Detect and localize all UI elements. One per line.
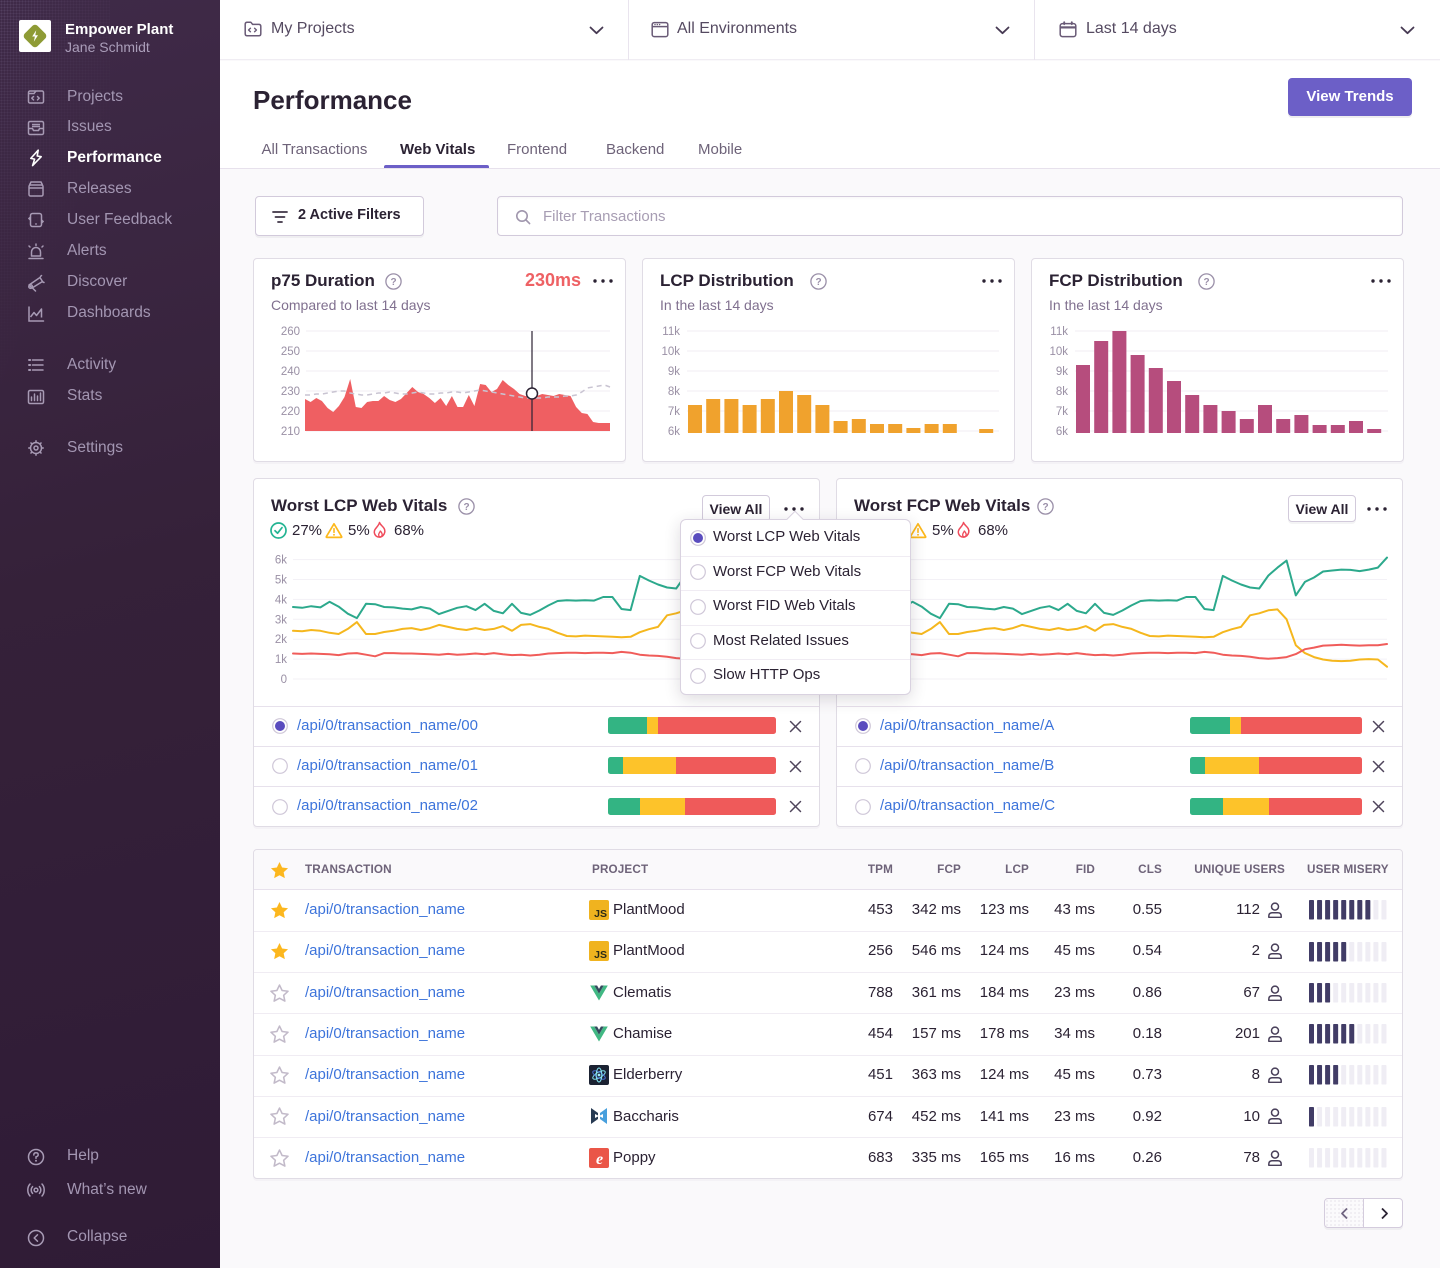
svg-text:0: 0 [281, 674, 287, 686]
svg-text:6k: 6k [1056, 426, 1068, 438]
svg-text:?: ? [815, 277, 821, 288]
svg-text:10k: 10k [1049, 346, 1068, 358]
svg-text:3k: 3k [275, 614, 287, 626]
svg-text:JS: JS [594, 949, 607, 961]
svg-text:240: 240 [281, 366, 300, 378]
svg-text:6k: 6k [275, 555, 287, 567]
svg-text:4k: 4k [275, 594, 287, 606]
svg-text:1k: 1k [275, 654, 287, 666]
svg-text:9k: 9k [1056, 366, 1068, 378]
svg-text:8k: 8k [668, 386, 680, 398]
svg-text:230: 230 [281, 386, 300, 398]
svg-text:260: 260 [281, 326, 300, 338]
svg-text:7k: 7k [1056, 406, 1068, 418]
svg-text:?: ? [390, 277, 396, 288]
svg-text:5k: 5k [275, 575, 287, 587]
svg-text:9k: 9k [668, 366, 680, 378]
svg-text:210: 210 [281, 426, 300, 438]
svg-text:11k: 11k [1050, 326, 1068, 338]
svg-text:8k: 8k [1056, 386, 1068, 398]
svg-text:?: ? [1203, 277, 1209, 288]
svg-text:e: e [596, 1151, 603, 1168]
svg-text:JS: JS [594, 908, 607, 920]
svg-text:250: 250 [281, 346, 300, 358]
svg-text:11k: 11k [662, 326, 680, 338]
svg-text:220: 220 [281, 406, 300, 418]
svg-text:6k: 6k [668, 426, 680, 438]
svg-text:?: ? [463, 502, 469, 513]
svg-text:2k: 2k [275, 634, 287, 646]
svg-text:?: ? [1042, 502, 1048, 513]
svg-text:7k: 7k [668, 406, 680, 418]
svg-text:10k: 10k [661, 346, 680, 358]
